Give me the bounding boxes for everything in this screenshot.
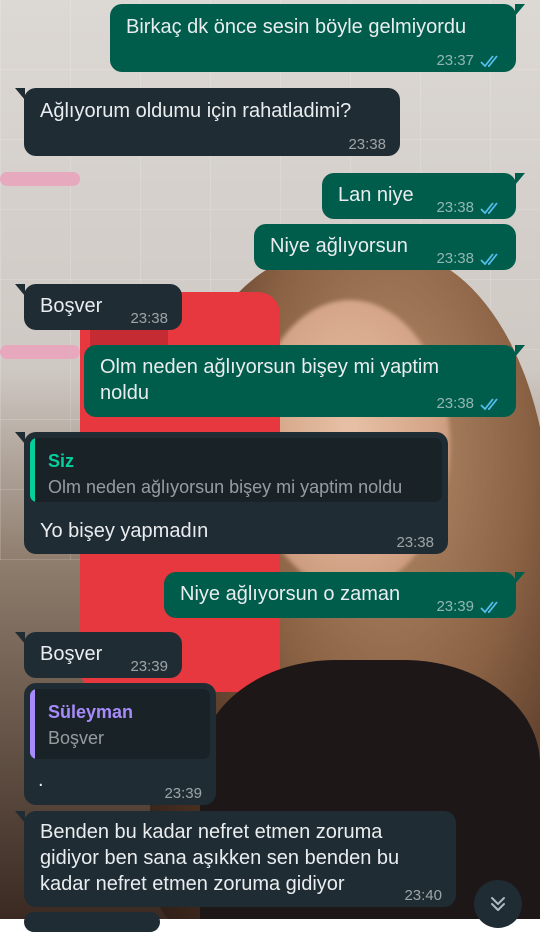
message-time: 23:38 [436, 199, 474, 216]
outgoing-message[interactable]: Olm neden ağlıyorsun bişey mi yaptim nol… [84, 345, 525, 417]
message-text: Birkaç dk önce sesin böyle gelmiyordu [126, 16, 467, 38]
message-text-line: kadar nefret etmen zoruma gidiyor [40, 873, 345, 895]
message-meta: 23:38 [436, 246, 502, 272]
message-time: 23:38 [436, 250, 474, 267]
quote-accent-bar [30, 438, 35, 502]
message-meta: 23:38 [396, 530, 434, 556]
message-text: Lan niye [338, 184, 414, 206]
message-meta: 23:39 [164, 781, 202, 807]
read-ticks-icon [480, 253, 498, 266]
quote-text: Boşver [48, 728, 105, 748]
message-meta: 23:38 [348, 132, 386, 158]
message-time: 23:38 [348, 136, 386, 153]
message-text: Niye ağlıyorsun o zaman [180, 583, 401, 605]
message-text: Niye ağlıyorsun [270, 235, 408, 257]
incoming-message[interactable]: Benden bu kadar nefret etmen zoruma gidi… [15, 811, 456, 909]
quoted-message[interactable]: Süleyman Boşver [30, 689, 210, 759]
message-meta: 23:40 [404, 883, 442, 909]
outgoing-message[interactable]: Lan niye 23:38 [322, 173, 525, 221]
scroll-to-bottom-button[interactable] [474, 880, 522, 928]
outgoing-message[interactable]: Niye ağlıyorsun 23:38 [254, 224, 516, 270]
message-time: 23:38 [436, 395, 474, 412]
incoming-reply-message[interactable]: Süleyman Boşver . 23:39 [24, 683, 216, 805]
incoming-message[interactable]: Boşver 23:38 [15, 284, 182, 332]
message-meta: 23:38 [436, 195, 502, 221]
incoming-message-partial[interactable] [24, 912, 160, 932]
message-time: 23:38 [396, 534, 434, 551]
message-text: Yo bişey yapmadın [40, 520, 209, 542]
message-time: 23:39 [164, 785, 202, 802]
quote-accent-bar [30, 689, 35, 759]
chevron-double-down-icon [491, 897, 505, 911]
incoming-message[interactable]: Boşver 23:39 [15, 632, 182, 680]
message-text-line: Olm neden ağlıyorsun bişey mi yaptim [100, 356, 440, 378]
message-text-line: gidiyor ben sana aşıkken sen benden bu [40, 847, 400, 869]
message-text: Boşver [40, 643, 103, 665]
incoming-reply-message[interactable]: Siz Olm neden ağlıyorsun bişey mi yaptim… [15, 432, 448, 556]
message-meta: 23:39 [436, 594, 502, 620]
message-text: . [38, 769, 44, 791]
incoming-message[interactable]: Ağlıyorum oldumu için rahatladimi? 23:38 [15, 88, 400, 158]
message-text: Boşver [40, 295, 103, 317]
read-ticks-icon [480, 601, 498, 614]
message-list[interactable]: Birkaç dk önce sesin böyle gelmiyordu 23… [0, 0, 540, 932]
message-text: Ağlıyorum oldumu için rahatladimi? [40, 100, 352, 122]
message-time: 23:39 [130, 658, 168, 675]
quote-author: Süleyman [48, 702, 134, 722]
message-time: 23:39 [436, 598, 474, 615]
message-meta: 23:37 [436, 48, 502, 74]
read-ticks-icon [480, 55, 498, 68]
message-meta: 23:39 [130, 654, 168, 680]
message-text-line: noldu [100, 382, 149, 404]
message-meta: 23:38 [436, 391, 502, 417]
message-meta: 23:38 [130, 306, 168, 332]
message-time: 23:40 [404, 887, 442, 904]
read-ticks-icon [480, 202, 498, 215]
quote-author: Siz [48, 451, 75, 471]
outgoing-message[interactable]: Birkaç dk önce sesin böyle gelmiyordu 23… [110, 4, 525, 74]
quote-text: Olm neden ağlıyorsun bişey mi yaptim nol… [48, 477, 403, 497]
read-ticks-icon [480, 398, 498, 411]
message-time: 23:37 [436, 52, 474, 69]
message-time: 23:38 [130, 310, 168, 327]
quoted-message[interactable]: Siz Olm neden ağlıyorsun bişey mi yaptim… [30, 438, 442, 502]
message-text-line: Benden bu kadar nefret etmen zoruma [40, 821, 383, 843]
outgoing-message[interactable]: Niye ağlıyorsun o zaman 23:39 [164, 572, 525, 620]
